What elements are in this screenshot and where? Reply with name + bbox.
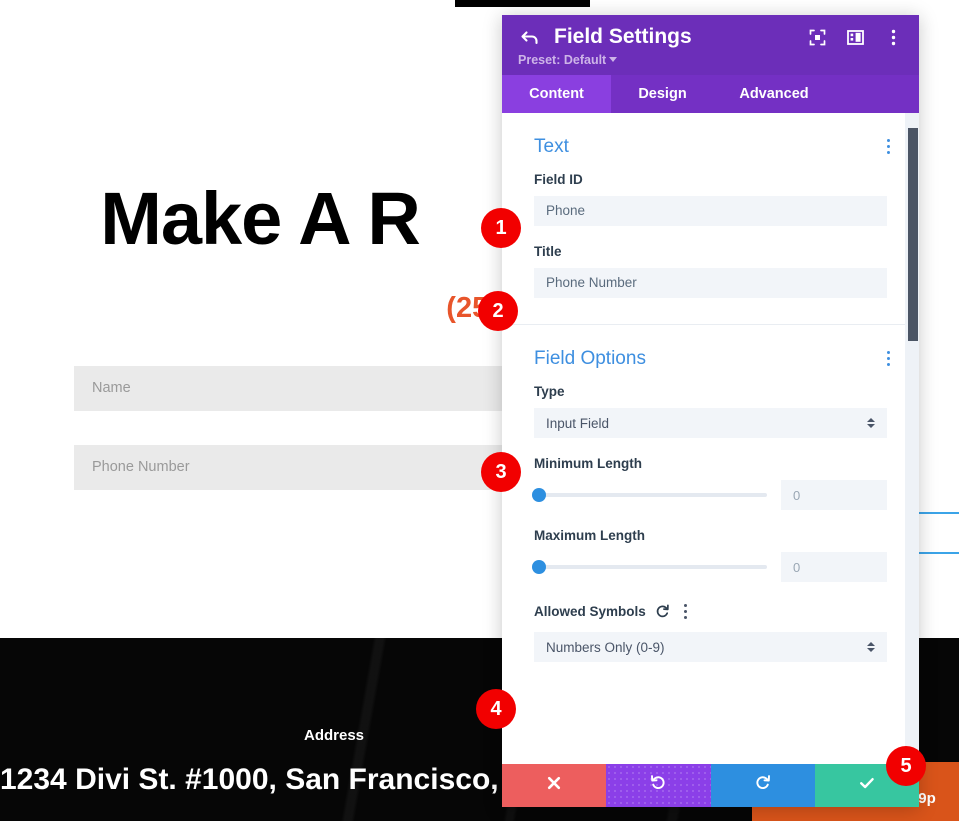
back-arrow-icon[interactable] bbox=[518, 25, 542, 49]
page-heading: Make A R bbox=[100, 177, 421, 260]
undo-arrow-icon bbox=[649, 774, 667, 797]
field-group-type: Type Input Field bbox=[502, 384, 919, 438]
field-group-minimum-length: Minimum Length bbox=[502, 456, 919, 510]
tab-design[interactable]: Design bbox=[611, 75, 714, 113]
maximum-length-label: Maximum Length bbox=[534, 528, 646, 543]
maximum-length-value-input[interactable] bbox=[781, 552, 887, 582]
checkmark-icon bbox=[858, 774, 876, 797]
vertical-dots-icon[interactable] bbox=[883, 27, 903, 47]
section-text-options-icon[interactable] bbox=[883, 135, 894, 158]
preset-label: Preset: Default bbox=[518, 53, 607, 67]
field-group-field-id: Field ID bbox=[502, 172, 919, 226]
preset-selector[interactable]: Preset: Default bbox=[518, 53, 903, 67]
redo-button[interactable] bbox=[710, 764, 815, 807]
tab-advanced[interactable]: Advanced bbox=[714, 75, 834, 113]
step-badge-4: 4 bbox=[476, 689, 516, 729]
tab-content[interactable]: Content bbox=[502, 75, 611, 113]
maximum-length-slider-handle[interactable] bbox=[532, 560, 546, 574]
modal-header-icons bbox=[807, 27, 903, 47]
allowed-symbols-options-icon[interactable] bbox=[680, 600, 691, 623]
section-header-text: Text bbox=[502, 113, 919, 172]
field-group-allowed-symbols: Allowed Symbols Numbers Only (0-9) bbox=[502, 600, 919, 662]
field-settings-modal: Field Settings Preset: Default Content D… bbox=[502, 15, 919, 807]
allowed-symbols-label: Allowed Symbols bbox=[534, 604, 646, 619]
field-id-input[interactable] bbox=[534, 196, 887, 226]
screen: Make A R (255) Name Phone Number mit Add… bbox=[0, 0, 959, 821]
redo-arrow-icon bbox=[754, 774, 772, 797]
settings-scrollbar-track[interactable] bbox=[905, 113, 919, 764]
type-label: Type bbox=[534, 384, 565, 399]
phone-headline: (255) bbox=[0, 292, 522, 325]
undo-button[interactable] bbox=[606, 764, 711, 807]
reset-arrow-icon[interactable] bbox=[655, 604, 671, 620]
top-black-bar bbox=[455, 0, 590, 7]
field-id-label: Field ID bbox=[534, 172, 583, 187]
minimum-length-value-input[interactable] bbox=[781, 480, 887, 510]
section-title-text: Text bbox=[534, 135, 569, 157]
section-header-field-options: Field Options bbox=[502, 325, 919, 384]
minimum-length-slider-handle[interactable] bbox=[532, 488, 546, 502]
type-select[interactable]: Input Field bbox=[534, 408, 887, 438]
step-badge-2: 2 bbox=[478, 291, 518, 331]
close-x-icon bbox=[546, 775, 562, 796]
section-field-options-icon[interactable] bbox=[883, 347, 894, 370]
maximum-length-slider[interactable] bbox=[532, 560, 767, 574]
panel-layout-icon[interactable] bbox=[845, 27, 865, 47]
settings-scrollbar-thumb[interactable] bbox=[908, 128, 918, 341]
modal-body: Text Field ID Title Field Options bbox=[502, 113, 919, 764]
title-input[interactable] bbox=[534, 268, 887, 298]
modal-header: Field Settings Preset: Default bbox=[502, 15, 919, 75]
settings-scroll-area: Text Field ID Title Field Options bbox=[502, 113, 919, 764]
minimum-length-label: Minimum Length bbox=[534, 456, 642, 471]
step-badge-3: 3 bbox=[481, 452, 521, 492]
title-label: Title bbox=[534, 244, 562, 259]
step-badge-5: 5 bbox=[886, 746, 926, 786]
step-badge-1: 1 bbox=[481, 208, 521, 248]
allowed-symbols-select[interactable]: Numbers Only (0-9) bbox=[534, 632, 887, 662]
minimum-length-slider[interactable] bbox=[532, 488, 767, 502]
modal-action-bar bbox=[502, 764, 919, 807]
modal-title: Field Settings bbox=[554, 25, 692, 48]
focus-frame-icon[interactable] bbox=[807, 27, 827, 47]
field-group-maximum-length: Maximum Length bbox=[502, 528, 919, 582]
section-title-field-options: Field Options bbox=[534, 347, 646, 369]
modal-tabs: Content Design Advanced bbox=[502, 75, 919, 113]
cancel-button[interactable] bbox=[502, 764, 607, 807]
field-group-title: Title bbox=[502, 244, 919, 298]
chevron-down-icon bbox=[609, 57, 618, 62]
